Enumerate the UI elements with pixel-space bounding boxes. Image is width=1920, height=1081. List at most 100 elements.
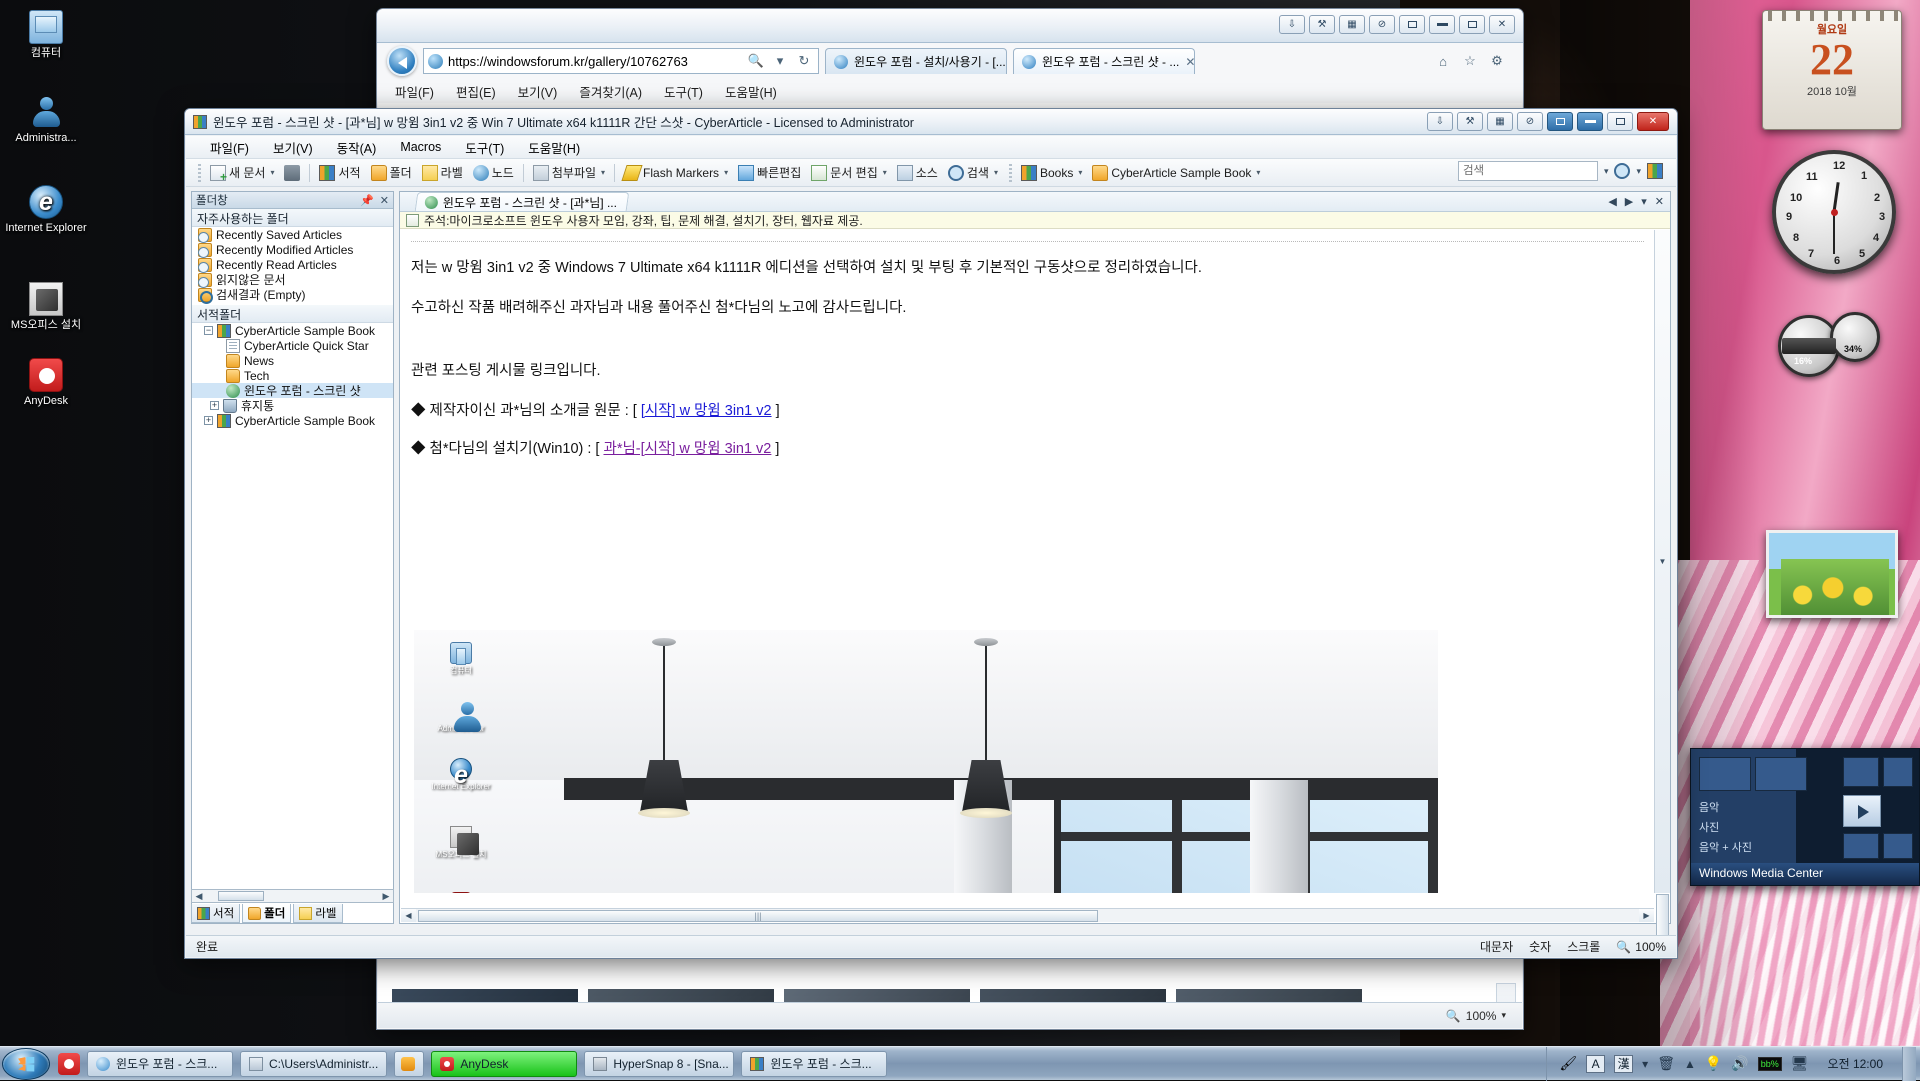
document-content[interactable]: 저는 w 망윔 3in1 v2 중 Windows 7 Ultimate x64…	[401, 230, 1654, 893]
quick-launch-bar[interactable]	[58, 1052, 80, 1075]
home-icon[interactable]: ⌂	[1433, 51, 1453, 71]
minimize-icon[interactable]	[1429, 15, 1455, 34]
browser-tab-1[interactable]: 윈도우 포럼 - 설치/사용기 - [...	[825, 48, 1007, 74]
chevron-down-icon[interactable]: ▾	[1078, 168, 1082, 177]
source-article-link[interactable]: [시작] w 망윔 3in1 v2	[641, 403, 772, 419]
wrench-icon[interactable]: ⚒	[1309, 15, 1335, 34]
menu-help[interactable]: 도움말(H)	[528, 138, 580, 157]
expand-twisty-icon[interactable]: +	[210, 401, 219, 410]
installer-article-link[interactable]: 과*님-[시작] w 망윔 3in1 v2	[603, 441, 771, 457]
magnifier-icon[interactable]: 🔍	[1446, 1009, 1461, 1023]
toolbar-search[interactable]: 검색 ▾	[943, 162, 1003, 183]
taskbar-button-explorer[interactable]: C:\Users\Administr...	[240, 1050, 388, 1077]
ie-menu-favorites[interactable]: 즐겨찾기(A)	[579, 82, 642, 101]
tab-close-icon[interactable]: ✕	[1185, 55, 1194, 69]
chevron-down-icon[interactable]: ▾	[770, 51, 790, 71]
chevron-down-icon[interactable]: ▾	[1636, 166, 1641, 177]
tools-gear-icon[interactable]: ⚙	[1487, 51, 1507, 71]
plug-icon[interactable]: ⊘	[1517, 112, 1543, 131]
chevron-down-icon[interactable]: ▾	[883, 168, 887, 177]
annotation-bar[interactable]: 주석:마이크로소프트 윈도우 사용자 모임, 강좌, 팁, 문제 해결, 설치기…	[400, 212, 1670, 229]
tree-item-recycle-bin[interactable]: + 휴지통	[192, 398, 393, 413]
grid-icon[interactable]: ▦	[1339, 15, 1365, 34]
system-tray[interactable]: 🖌 A 漢 ▾ 🗑 ▲ 💡 🔊 bb% 🖥 오전 12:00	[1546, 1046, 1920, 1081]
menu-view[interactable]: 보기(V)	[273, 138, 313, 157]
document-panel[interactable]: 윈도우 포럼 - 스크린 샷 - [과*님] ... ◀ ▶ ▾ ✕ 주석:마이…	[399, 191, 1671, 952]
document-vscrollbar[interactable]: ▲ ▼	[1654, 230, 1670, 952]
sidebar-item-recently-read[interactable]: Recently Read Articles	[192, 257, 393, 273]
document-tab[interactable]: 윈도우 포럼 - 스크린 샷 - [과*님] ...	[414, 192, 630, 211]
embedded-screenshot-image[interactable]: 컴퓨터 Administrator Internet Explorer MS오피…	[414, 630, 1438, 893]
dropdown-icon[interactable]: ▾	[1641, 195, 1647, 208]
grid-icon[interactable]: ▦	[1487, 112, 1513, 131]
ie-navigation-bar[interactable]: https://windowsforum.kr/gallery/10762763…	[377, 43, 1523, 79]
document-tab-controls[interactable]: ◀ ▶ ▾ ✕	[1608, 195, 1664, 208]
restore-icon[interactable]	[1399, 15, 1425, 34]
scroll-down-arrow-icon[interactable]: ▼	[1655, 230, 1670, 893]
toolbar-print[interactable]	[279, 163, 305, 183]
network-icon[interactable]: 🖥	[1791, 1055, 1809, 1072]
toolbar-source[interactable]: 소스	[892, 162, 943, 183]
expand-twisty-icon[interactable]: +	[204, 416, 213, 425]
ie-menu-file[interactable]: 파일(F)	[395, 82, 434, 101]
chevron-down-icon[interactable]: ▾	[270, 168, 274, 177]
close-icon[interactable]: ✕	[380, 194, 389, 207]
ie-menu-edit[interactable]: 편집(E)	[456, 82, 496, 101]
toolbar-books[interactable]: Books ▾	[1016, 163, 1087, 183]
toolbar-node[interactable]: 노드	[468, 162, 519, 183]
chevron-down-icon[interactable]: ▾	[601, 168, 605, 177]
cyberarticle-title-bar[interactable]: 윈도우 포럼 - 스크린 샷 - [과*님] w 망윔 3in1 v2 중 Wi…	[185, 109, 1677, 135]
plug-icon[interactable]: ⊘	[1369, 15, 1395, 34]
folder-panel-tabs[interactable]: 서적 폴더 라벨	[191, 904, 394, 924]
panel-tab-folders[interactable]: 폴더	[242, 904, 292, 923]
toolbar-grip[interactable]	[1008, 163, 1012, 182]
cyberarticle-search-box[interactable]: 검색 ▾ ▾	[1457, 161, 1663, 181]
document-hscrollbar[interactable]: ◀ ||| ▶	[401, 908, 1654, 922]
sidebar-item-search-results[interactable]: 검새결과 (Empty)	[192, 287, 393, 304]
collapse-icon[interactable]: ⇩	[1427, 112, 1453, 131]
ie-menu-bar[interactable]: 파일(F) 편집(E) 보기(V) 즐겨찾기(A) 도구(T) 도움말(H)	[377, 79, 1523, 103]
browser-tab-2[interactable]: 윈도우 포럼 - 스크린 샷 - ... ✕	[1013, 48, 1195, 74]
desktop-icon-administrator[interactable]: Administra...	[4, 95, 88, 144]
calendar-gadget[interactable]: 월요일 22 2018 10월	[1762, 10, 1902, 130]
media-center-gadget[interactable]: 음악 사진 음악 + 사진 Windows Media Center	[1690, 748, 1920, 886]
sidebar-item-recently-modified[interactable]: Recently Modified Articles	[192, 242, 393, 258]
media-play-button[interactable]	[1843, 795, 1881, 827]
ime-A-icon[interactable]: A	[1586, 1054, 1606, 1073]
scroll-left-arrow-icon[interactable]: ◀	[192, 891, 206, 902]
magnifier-icon[interactable]: 🔍	[1616, 940, 1631, 954]
scroll-left-arrow-icon[interactable]: ◀	[401, 909, 416, 922]
desktop-icon-internet-explorer[interactable]: Internet Explorer	[4, 185, 88, 234]
ime-pen-icon[interactable]: 🖌	[1559, 1055, 1577, 1072]
back-button[interactable]	[387, 46, 417, 76]
media-item-label[interactable]: 사진	[1699, 819, 1719, 835]
toolbar-flash-markers[interactable]: Flash Markers ▾	[619, 163, 733, 183]
cyberarticle-window-buttons[interactable]: ⇩ ⚒ ▦ ⊘ ✕	[1427, 112, 1669, 131]
chevron-down-icon[interactable]: ▾	[724, 168, 728, 177]
scrollbar-thumb[interactable]	[218, 891, 264, 901]
close-icon[interactable]: ✕	[1637, 112, 1669, 131]
document-tab-row[interactable]: 윈도우 포럼 - 스크린 샷 - [과*님] ... ◀ ▶ ▾ ✕	[400, 192, 1670, 212]
show-desktop-button[interactable]	[1902, 1046, 1916, 1081]
cyberarticle-menu-bar[interactable]: 파일(F) 보기(V) 동작(A) Macros 도구(T) 도움말(H)	[186, 136, 1676, 159]
taskbar[interactable]: 윈도우 포럼 - 스크... C:\Users\Administr... Any…	[0, 1046, 1920, 1081]
toolbar-grip[interactable]	[198, 163, 201, 182]
ie-title-bar[interactable]: ⇩ ⚒ ▦ ⊘ ✕	[377, 9, 1523, 43]
chevron-down-icon[interactable]: ▾	[1256, 168, 1260, 177]
network-meter-icon[interactable]: bb%	[1757, 1056, 1782, 1071]
tree-item-sample-book-1[interactable]: − CyberArticle Sample Book	[192, 323, 393, 338]
desktop-icon-computer[interactable]: 컴퓨터	[4, 10, 88, 59]
taskbar-button-cyberarticle[interactable]: 윈도우 포럼 - 스크...	[741, 1050, 888, 1077]
start-orb-icon[interactable]	[2, 1047, 50, 1080]
menu-macros[interactable]: Macros	[400, 140, 441, 154]
scroll-right-arrow-icon[interactable]: ▶	[379, 891, 393, 902]
desktop-icon-anydesk[interactable]: AnyDesk	[4, 358, 88, 407]
collapse-icon[interactable]: ⇩	[1279, 15, 1305, 34]
scroll-right-arrow-icon[interactable]: ▶	[1639, 909, 1654, 922]
anydesk-icon[interactable]	[58, 1052, 80, 1075]
panel-tab-labels[interactable]: 라벨	[293, 904, 343, 923]
minimize-icon[interactable]	[1577, 112, 1603, 131]
search-icon[interactable]	[1614, 163, 1631, 179]
taskbar-button-media[interactable]	[394, 1050, 425, 1077]
taskbar-button-anydesk[interactable]: AnyDesk	[431, 1050, 578, 1077]
